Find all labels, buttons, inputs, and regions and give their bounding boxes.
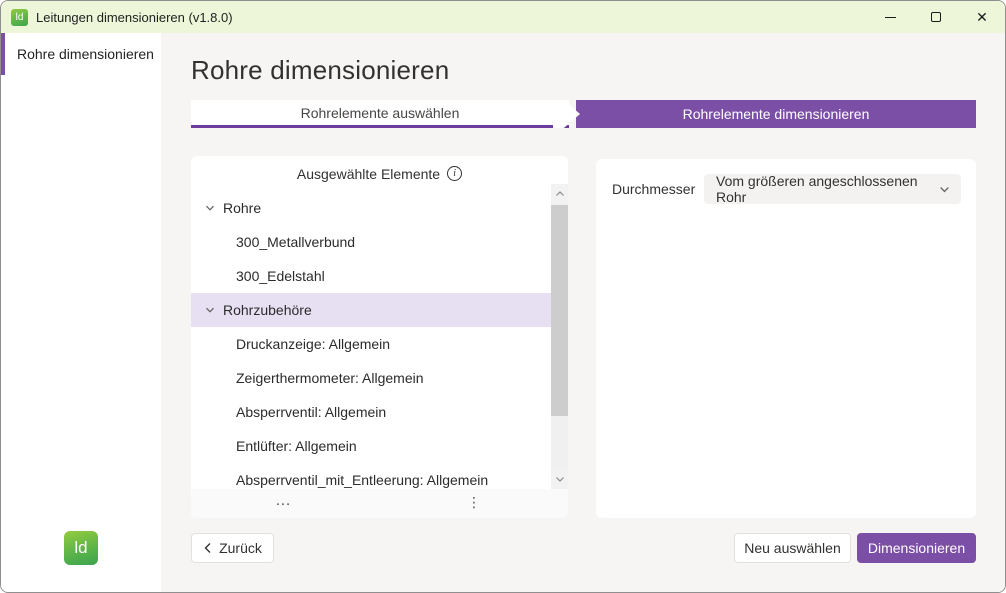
app-icon: ld — [11, 9, 28, 26]
tree-item-300-edelstahl[interactable]: 300_Edelstahl — [191, 259, 551, 293]
dimension-button-label: Dimensionieren — [868, 540, 965, 556]
tree-scrollbar[interactable] — [551, 184, 568, 489]
tree-item-zeigerthermometer[interactable]: Zeigerthermometer: Allgemein — [191, 361, 551, 395]
app-window: ld Leitungen dimensionieren (v1.8.0) ✕ R… — [0, 0, 1006, 593]
more-horizontal-icon[interactable]: … — [275, 492, 293, 510]
chevron-up-icon — [555, 190, 565, 198]
scroll-down-button[interactable] — [551, 469, 568, 489]
elements-tree: Rohre 300_Metallverbund 300_Edelstahl Ro… — [191, 191, 551, 497]
tree-item-label: Rohrzubehöre — [223, 302, 312, 318]
app-logo: ld — [64, 531, 98, 565]
titlebar: ld Leitungen dimensionieren (v1.8.0) ✕ — [1, 1, 1005, 33]
step-rohrelemente-auswaehlen[interactable]: Rohrelemente auswählen — [191, 100, 569, 128]
maximize-button[interactable] — [913, 1, 959, 33]
more-vertical-icon[interactable]: ⋮ — [467, 494, 481, 511]
tree-item-label: Absperrventil_mit_Entleerung: Allgemein — [236, 472, 488, 488]
step-label: Rohrelemente dimensionieren — [683, 106, 870, 122]
maximize-icon — [931, 12, 941, 22]
chevron-left-icon — [203, 542, 212, 554]
window-title: Leitungen dimensionieren (v1.8.0) — [36, 10, 233, 25]
sidebar: Rohre dimensionieren ld — [1, 33, 161, 592]
tree-item-label: Absperrventil: Allgemein — [236, 404, 386, 420]
tree-item-label: Entlüfter: Allgemein — [236, 438, 357, 454]
close-icon: ✕ — [976, 10, 988, 24]
chevron-down-icon — [555, 475, 565, 483]
diameter-dropdown[interactable]: Vom größeren angeschlossenen Rohr — [704, 174, 961, 204]
close-button[interactable]: ✕ — [959, 1, 1005, 33]
back-button-label: Zurück — [219, 540, 262, 556]
tree-item-300-metallverbund[interactable]: 300_Metallverbund — [191, 225, 551, 259]
tree-group-rohre[interactable]: Rohre — [191, 191, 551, 225]
tree-item-label: 300_Metallverbund — [236, 234, 355, 250]
selected-elements-panel: Ausgewählte Elemente i Rohre 300_Metallv… — [191, 156, 568, 518]
elements-panel-footer: … ⋮ — [191, 489, 568, 518]
dimension-button[interactable]: Dimensionieren — [857, 533, 976, 563]
page-title: Rohre dimensionieren — [191, 55, 449, 86]
diameter-dropdown-value: Vom größeren angeschlossenen Rohr — [716, 173, 938, 205]
new-selection-label: Neu auswählen — [744, 540, 841, 556]
tree-item-entluefter[interactable]: Entlüfter: Allgemein — [191, 429, 551, 463]
selected-elements-title: Ausgewählte Elemente — [297, 166, 440, 182]
minimize-button[interactable] — [867, 1, 913, 33]
window-controls: ✕ — [867, 1, 1005, 33]
minimize-icon — [885, 17, 896, 18]
new-selection-button[interactable]: Neu auswählen — [734, 533, 851, 563]
tree-group-rohrzubehoere[interactable]: Rohrzubehöre — [191, 293, 551, 327]
step-label: Rohrelemente auswählen — [301, 105, 460, 121]
diameter-label: Durchmesser — [612, 181, 695, 197]
step-rohrelemente-dimensionieren[interactable]: Rohrelemente dimensionieren — [576, 100, 976, 128]
tree-item-druckanzeige[interactable]: Druckanzeige: Allgemein — [191, 327, 551, 361]
tree-item-absperrventil[interactable]: Absperrventil: Allgemein — [191, 395, 551, 429]
tree-item-label: 300_Edelstahl — [236, 268, 325, 284]
back-button[interactable]: Zurück — [191, 533, 274, 563]
chevron-down-icon[interactable] — [204, 202, 216, 214]
chevron-down-icon — [938, 183, 951, 196]
wizard-steps: Rohrelemente auswählen Rohrelemente dime… — [191, 100, 976, 128]
selected-elements-header: Ausgewählte Elemente i — [191, 156, 568, 191]
tree-item-label: Rohre — [223, 200, 261, 216]
scrollbar-thumb[interactable] — [551, 205, 568, 416]
sidebar-item-label: Rohre dimensionieren — [17, 46, 154, 62]
main-content: Rohre dimensionieren Rohrelemente auswäh… — [161, 33, 1005, 592]
info-icon[interactable]: i — [447, 166, 462, 181]
tree-item-label: Druckanzeige: Allgemein — [236, 336, 390, 352]
tree-item-label: Zeigerthermometer: Allgemein — [236, 370, 424, 386]
chevron-down-icon[interactable] — [204, 304, 216, 316]
sidebar-item-rohre-dimensionieren[interactable]: Rohre dimensionieren — [1, 33, 161, 75]
scroll-up-button[interactable] — [551, 184, 568, 204]
dimension-settings-panel: Durchmesser Vom größeren angeschlossenen… — [596, 159, 976, 518]
diameter-row: Durchmesser Vom größeren angeschlossenen… — [612, 174, 961, 204]
